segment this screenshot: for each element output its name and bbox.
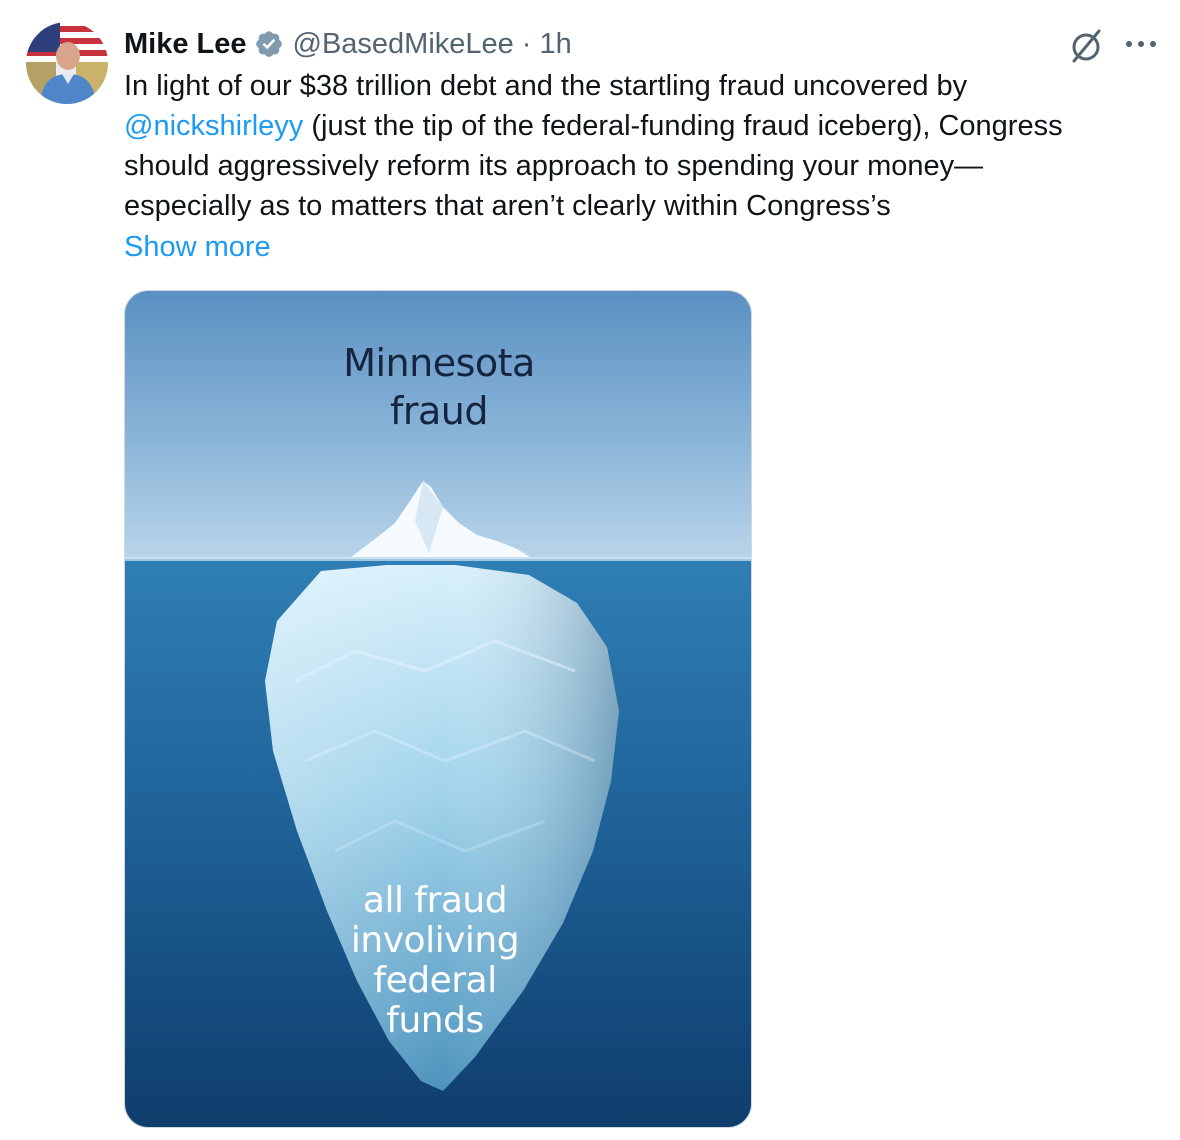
tweet-text: In light of our $38 trillion debt and th… xyxy=(124,66,1164,226)
image-bottom-label-line: all fraud xyxy=(362,880,508,921)
tweet-text-line-2-rest: (just the tip of the federal-funding fra… xyxy=(303,110,1063,142)
image-top-label: Minnesota fraud xyxy=(125,339,751,435)
image-bottom-label-line: funds xyxy=(386,1000,484,1041)
tweet-image[interactable]: Minnesota fraud all fraud involiving fed… xyxy=(124,290,752,1128)
image-top-label-line: fraud xyxy=(390,389,489,433)
display-name[interactable]: Mike Lee xyxy=(124,28,247,61)
tweet-text-line-3: should aggressively reform its approach … xyxy=(124,150,984,182)
more-options-icon[interactable] xyxy=(1124,38,1158,50)
grok-icon[interactable] xyxy=(1066,26,1106,66)
tweet-text-line-1: In light of our $38 trillion debt and th… xyxy=(124,70,968,102)
author-handle[interactable]: @BasedMikeLee xyxy=(293,28,514,61)
tweet-text-line-4: especially as to matters that aren’t cle… xyxy=(124,190,891,222)
image-bottom-label-line: federal xyxy=(373,960,497,1001)
tweet-text-line-2: @nickshirleyy (just the tip of the feder… xyxy=(124,106,1164,146)
timestamp[interactable]: 1h xyxy=(539,28,571,61)
image-bottom-label: all fraud involiving federal funds xyxy=(325,881,545,1041)
show-more-link[interactable]: Show more xyxy=(124,227,271,267)
verified-badge-icon[interactable] xyxy=(254,29,284,59)
image-bottom-label-line: involiving xyxy=(350,920,520,961)
tweet-header: Mike Lee @BasedMikeLee · 1h xyxy=(124,24,572,64)
avatar[interactable] xyxy=(26,22,108,104)
tweet-card[interactable]: Mike Lee @BasedMikeLee · 1h In light of … xyxy=(0,0,1180,1140)
image-top-label-line: Minnesota xyxy=(343,341,535,385)
separator-dot: · xyxy=(521,27,532,60)
mention-link[interactable]: @nickshirleyy xyxy=(124,110,303,142)
